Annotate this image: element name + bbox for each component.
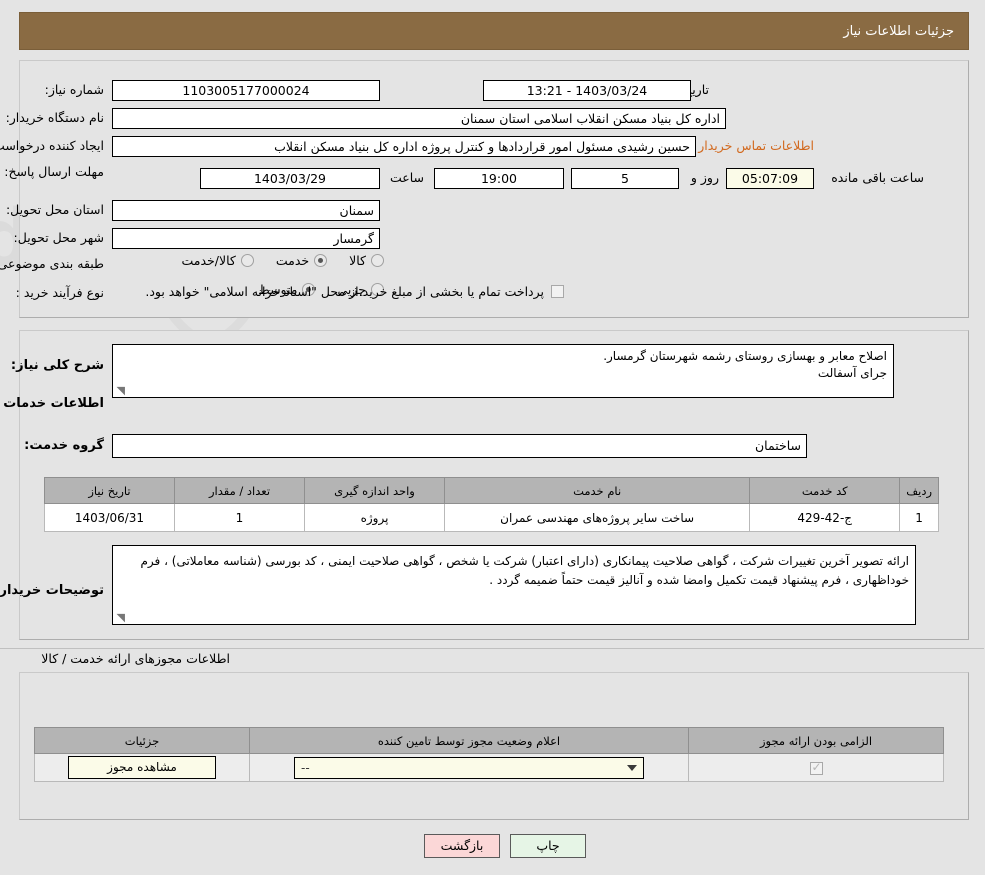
col-date: تاریخ نیاز xyxy=(45,477,176,504)
process-label: نوع فرآیند خرید : xyxy=(16,285,105,300)
cell-permit-status: -- xyxy=(250,753,690,782)
deadline-hour-value: 19:00 xyxy=(435,168,565,189)
view-permit-button[interactable]: مشاهده مجوز xyxy=(69,756,217,779)
cell-permit-required xyxy=(689,753,945,782)
services-heading: اطلاعات خدمات مورد نیاز xyxy=(0,396,105,411)
page-root: AriaTender.net جزئیات اطلاعات نیاز شماره… xyxy=(0,0,985,875)
col-code: کد خدمت xyxy=(750,477,902,504)
col-permit-required: الزامی بودن ارائه مجوز xyxy=(689,727,945,754)
creator-row: ایجاد کننده درخواست: xyxy=(0,138,105,153)
remaining-time-value: 05:07:09 xyxy=(727,168,815,189)
category-option-khedmat[interactable]: خدمت xyxy=(276,253,329,268)
radio-icon[interactable] xyxy=(372,254,385,267)
buyer-notes-textarea[interactable]: ارائه تصویر آخرین تغییرات شرکت ، گواهی ص… xyxy=(113,545,917,625)
page-title-bar: جزئیات اطلاعات نیاز xyxy=(20,12,970,50)
category-radio-group: کالا خدمت کالا/خدمت xyxy=(160,253,385,268)
need-number-label: شماره نیاز: xyxy=(45,82,105,97)
table-row: 1 ج-42-429 ساخت سایر پروژه‌های مهندسی عم… xyxy=(45,503,940,532)
buyer-contact-link[interactable]: اطلاعات تماس خریدار xyxy=(699,138,815,153)
summary-textarea[interactable]: اصلاح معابر و بهسازی روستای رشمه شهرستان… xyxy=(113,344,895,398)
buyer-notes-label: توضیحات خریدار: xyxy=(0,583,105,598)
buyer-org-row: نام دستگاه خریدار: xyxy=(7,110,105,125)
buyer-org-label: نام دستگاه خریدار: xyxy=(6,110,105,125)
summary-text: اصلاح معابر و بهسازی روستای رشمه شهرستان… xyxy=(604,349,888,380)
service-group-label: گروه خدمت: xyxy=(25,438,105,453)
cell-name: ساخت سایر پروژه‌های مهندسی عمران xyxy=(444,503,752,532)
cell-code: ج-42-429 xyxy=(750,503,902,532)
page-title: جزئیات اطلاعات نیاز xyxy=(844,23,955,39)
city-label: شهر محل تحویل: xyxy=(14,230,105,245)
service-group-value: ساختمان xyxy=(113,434,808,458)
buyer-org-value: اداره کل بنیاد مسکن انقلاب اسلامی استان … xyxy=(113,108,727,129)
radio-icon[interactable] xyxy=(315,254,329,267)
permits-section-label: اطلاعات مجوزهای ارائه خدمت / کالا xyxy=(42,651,231,666)
permit-status-value: -- xyxy=(302,760,311,775)
cell-date: 1403/06/31 xyxy=(45,503,176,532)
col-name: نام خدمت xyxy=(444,477,752,504)
need-number-value: 1103005177000024 xyxy=(113,80,381,101)
remaining-days-label: روز و xyxy=(691,170,720,185)
province-value: سمنان xyxy=(113,200,381,221)
treasury-note-text: پرداخت تمام یا بخشی از مبلغ خرید،از محل … xyxy=(146,284,545,299)
permits-table: الزامی بودن ارائه مجوز اعلام وضعیت مجوز … xyxy=(35,727,945,782)
deadline-date-value: 1403/03/29 xyxy=(201,168,381,189)
services-table-header-row: ردیف کد خدمت نام خدمت واحد اندازه گیری ت… xyxy=(45,477,940,504)
remaining-time-label: ساعت باقی مانده xyxy=(832,170,925,185)
buyer-notes-text: ارائه تصویر آخرین تغییرات شرکت ، گواهی ص… xyxy=(141,554,910,587)
col-permit-details: جزئیات xyxy=(35,727,251,754)
cell-quantity: 1 xyxy=(175,503,306,532)
creator-value: حسین رشیدی مسئول امور قراردادها و کنترل … xyxy=(113,136,697,157)
back-button[interactable]: بازگشت xyxy=(425,834,501,858)
category-option-kala[interactable]: کالا xyxy=(350,253,385,268)
deadline-row: مهلت ارسال پاسخ: تا تاریخ: xyxy=(0,164,105,180)
summary-label: شرح کلی نیاز: xyxy=(11,358,105,373)
resize-grip-icon[interactable]: ◥ xyxy=(116,385,126,396)
province-row: استان محل تحویل: xyxy=(7,202,105,217)
permits-table-header-row: الزامی بودن ارائه مجوز اعلام وضعیت مجوز … xyxy=(35,727,945,754)
col-unit: واحد اندازه گیری xyxy=(305,477,446,504)
deadline-hour-label: ساعت xyxy=(390,170,425,185)
category-option-kala-khedmat[interactable]: کالا/خدمت xyxy=(182,253,255,268)
permit-status-select[interactable]: -- xyxy=(295,756,645,779)
print-button[interactable]: چاپ xyxy=(511,834,587,858)
chevron-down-icon xyxy=(628,764,638,771)
radio-icon[interactable] xyxy=(241,254,255,267)
category-option-label: خدمت xyxy=(276,253,311,268)
services-table: ردیف کد خدمت نام خدمت واحد اندازه گیری ت… xyxy=(45,477,940,532)
table-row: -- مشاهده مجوز xyxy=(35,753,945,782)
category-option-label: کالا xyxy=(350,253,367,268)
creator-label: ایجاد کننده درخواست: xyxy=(0,138,105,153)
permit-required-checkbox xyxy=(810,760,824,775)
province-label: استان محل تحویل: xyxy=(6,202,105,217)
need-number-row: شماره نیاز: xyxy=(46,82,105,97)
city-value: گرمسار xyxy=(113,228,381,249)
cell-radif: 1 xyxy=(900,503,940,532)
treasury-checkbox[interactable] xyxy=(552,285,565,298)
resize-grip-icon[interactable]: ◥ xyxy=(116,612,126,623)
cell-unit: پروژه xyxy=(305,503,446,532)
treasury-note-row: پرداخت تمام یا بخشی از مبلغ خرید،از محل … xyxy=(146,284,565,299)
deadline-label: مهلت ارسال پاسخ: تا تاریخ: xyxy=(0,164,105,179)
section-divider xyxy=(0,648,985,649)
cell-permit-details: مشاهده مجوز xyxy=(35,753,251,782)
col-permit-status: اعلام وضعیت مجوز توسط تامین کننده xyxy=(250,727,690,754)
col-radif: ردیف xyxy=(900,477,940,504)
category-label: طبقه بندی موضوعی: xyxy=(0,256,105,271)
remaining-days-value: 5 xyxy=(572,168,680,189)
category-option-label: کالا/خدمت xyxy=(182,253,237,268)
announce-date-value: 1403/03/24 - 13:21 xyxy=(484,80,692,101)
city-row: شهر محل تحویل: xyxy=(15,230,105,245)
col-quantity: تعداد / مقدار xyxy=(175,477,306,504)
